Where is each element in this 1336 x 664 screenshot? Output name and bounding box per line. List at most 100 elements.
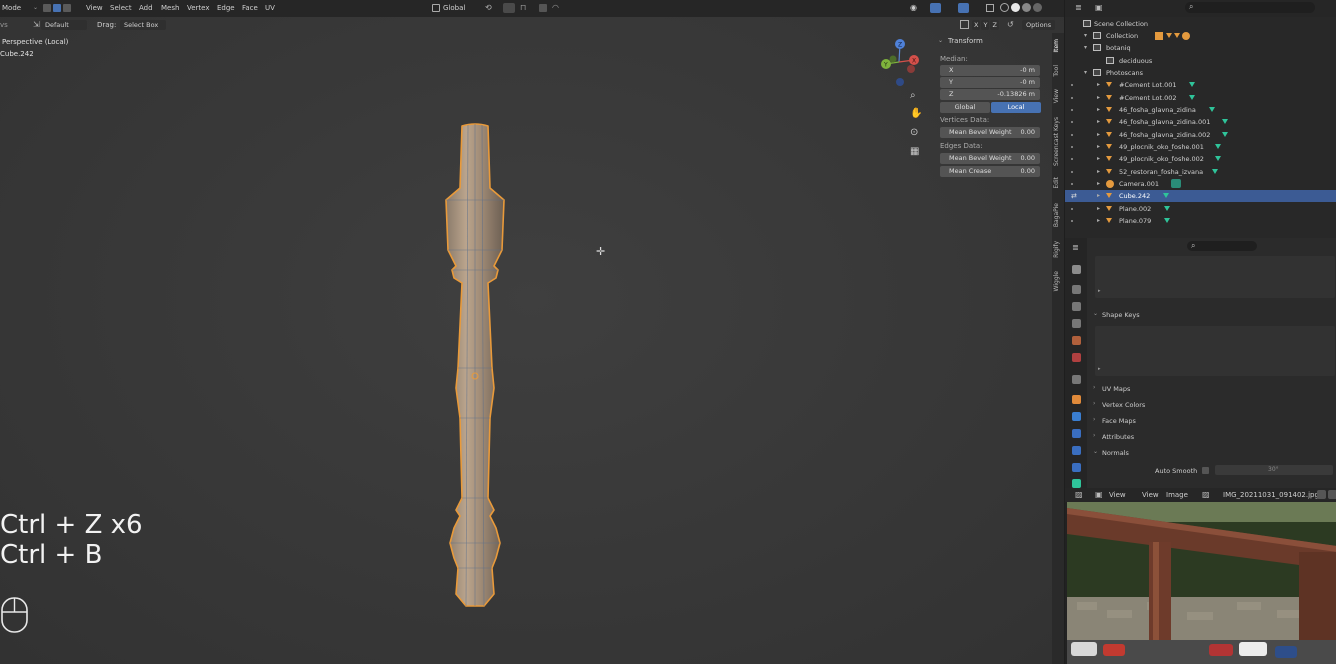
gizmo-neg-y-axis[interactable] bbox=[889, 55, 897, 63]
gizmo-neg-z-axis[interactable] bbox=[896, 78, 904, 86]
transform-collapse-icon[interactable]: ⌄ bbox=[938, 37, 943, 44]
mirror-z-toggle[interactable]: Z bbox=[990, 20, 999, 30]
global-button[interactable]: Global bbox=[940, 102, 990, 113]
reference-photo[interactable] bbox=[1067, 502, 1336, 664]
menu-uv[interactable]: UV bbox=[265, 4, 275, 12]
expand-chevron-icon[interactable]: ▸ bbox=[1097, 217, 1100, 224]
outliner-search-input[interactable] bbox=[1185, 2, 1315, 13]
menu-select[interactable]: Select bbox=[110, 4, 132, 12]
output-tab-icon[interactable] bbox=[1072, 302, 1081, 311]
fake-user-icon[interactable] bbox=[1317, 490, 1326, 499]
material-shading-icon[interactable] bbox=[1022, 3, 1031, 12]
collection-row[interactable]: ▾ Collection bbox=[1065, 30, 1336, 42]
expand-chevron-icon[interactable]: ▸ bbox=[1097, 81, 1100, 88]
visibility-dot-icon[interactable] bbox=[1071, 109, 1073, 111]
mode-dropdown[interactable]: Mode bbox=[2, 4, 21, 12]
edge-bevel-weight-field[interactable]: Mean Bevel Weight 0.00 bbox=[940, 153, 1040, 164]
median-z-field[interactable]: Z -0.13826 m bbox=[940, 89, 1040, 100]
expand-chevron-icon[interactable]: ▸ bbox=[1097, 168, 1100, 175]
outliner-item-row[interactable]: ▸ 46_fosha_glavna_zidina.002 bbox=[1065, 129, 1336, 141]
baluster-mesh[interactable] bbox=[420, 118, 530, 618]
options-dropdown[interactable]: Options bbox=[1022, 20, 1056, 30]
particles-tab-icon[interactable] bbox=[1072, 429, 1081, 438]
menu-face[interactable]: Face bbox=[242, 4, 258, 12]
median-y-field[interactable]: Y -0 m bbox=[940, 77, 1040, 88]
tab-screencast-keys[interactable]: Screencast Keys bbox=[1053, 117, 1063, 166]
visibility-dot-icon[interactable] bbox=[1071, 84, 1073, 86]
shape-keys-list[interactable]: ▸ bbox=[1095, 326, 1335, 376]
view-layer-tab-icon[interactable] bbox=[1072, 319, 1081, 328]
tab-bagapie[interactable]: BagaPie bbox=[1053, 203, 1063, 227]
xray-toggle-icon[interactable] bbox=[986, 4, 994, 12]
snap-toggle[interactable] bbox=[503, 3, 515, 13]
orientation-dropdown[interactable]: Global bbox=[443, 4, 465, 12]
deciduous-row[interactable]: deciduous bbox=[1065, 55, 1336, 67]
snap-icon[interactable]: ⊓ bbox=[520, 3, 526, 12]
vertex-select-icon[interactable] bbox=[43, 4, 51, 12]
visibility-dot-icon[interactable] bbox=[1071, 158, 1073, 160]
overlay-toggle-icon[interactable] bbox=[958, 3, 969, 13]
navigation-gizmo[interactable]: Z X Y bbox=[874, 36, 924, 90]
outliner-item-row[interactable]: ▸ 46_fosha_glavna_zidina bbox=[1065, 104, 1336, 116]
outliner-item-row[interactable]: ▸ #Cement Lot.002 bbox=[1065, 92, 1336, 104]
expand-chevron-icon[interactable]: ▾ bbox=[1084, 44, 1087, 51]
outliner-item-row[interactable]: ▸ Plane.079 bbox=[1065, 215, 1336, 227]
expand-chevron-icon[interactable]: ▸ bbox=[1097, 106, 1100, 113]
list-expand-icon[interactable]: ▸ bbox=[1098, 366, 1101, 372]
visibility-icon[interactable]: ◉ bbox=[910, 3, 917, 12]
face-select-icon[interactable] bbox=[63, 4, 71, 12]
edge-select-icon[interactable] bbox=[53, 4, 61, 12]
image-name-field[interactable]: IMG_20211031_091402.jpg bbox=[1223, 491, 1319, 499]
outliner-item-row[interactable]: ▸ 49_plocnik_oko_foshe.001 bbox=[1065, 141, 1336, 153]
view-menu[interactable]: View bbox=[1142, 491, 1159, 499]
vertex-colors-header[interactable]: › Vertex Colors bbox=[1091, 398, 1336, 412]
wireframe-shading-icon[interactable] bbox=[1000, 3, 1009, 12]
outliner-item-row[interactable]: ▸ Plane.002 bbox=[1065, 203, 1336, 215]
visibility-dot-icon[interactable] bbox=[1071, 220, 1073, 222]
pan-hand-icon[interactable]: ✋ bbox=[910, 108, 922, 119]
collection-tab-icon[interactable] bbox=[1072, 375, 1081, 384]
visibility-dot-icon[interactable] bbox=[1071, 134, 1073, 136]
menu-edge[interactable]: Edge bbox=[217, 4, 235, 12]
3d-viewport[interactable]: Mode ⌄ View Select Add Mesh Vertex Edge … bbox=[0, 0, 1064, 664]
tab-tool[interactable]: Tool bbox=[1053, 65, 1063, 77]
new-image-icon[interactable] bbox=[1328, 490, 1336, 499]
menu-view[interactable]: View bbox=[86, 4, 103, 12]
gizmo-neg-x-axis[interactable] bbox=[907, 65, 915, 73]
visibility-dot-icon[interactable] bbox=[1071, 146, 1073, 148]
menu-add[interactable]: Add bbox=[139, 4, 153, 12]
image-browse-icon[interactable]: ▨ bbox=[1202, 490, 1210, 499]
rendered-shading-icon[interactable] bbox=[1033, 3, 1042, 12]
outliner-item-row[interactable]: ▸ 52_restoran_fosha_izvana bbox=[1065, 166, 1336, 178]
expand-chevron-icon[interactable]: ▾ bbox=[1084, 32, 1087, 39]
tab-wiggle[interactable]: Wiggle bbox=[1053, 271, 1063, 291]
drag-dropdown[interactable]: Select Box bbox=[120, 20, 166, 30]
auto-merge-icon[interactable]: ↺ bbox=[1007, 20, 1014, 29]
tab-item[interactable]: Item bbox=[1053, 39, 1063, 53]
menu-mesh[interactable]: Mesh bbox=[161, 4, 179, 12]
display-mode-icon[interactable]: ▣ bbox=[1095, 3, 1103, 12]
gizmo-toggle-icon[interactable] bbox=[930, 3, 941, 13]
visibility-dot-icon[interactable] bbox=[1071, 183, 1073, 185]
visibility-dot-icon[interactable] bbox=[1071, 121, 1073, 123]
shape-keys-header[interactable]: ⌄ Shape Keys bbox=[1091, 308, 1336, 322]
vertex-groups-list[interactable]: ▸ bbox=[1095, 256, 1335, 298]
mirror-x-toggle[interactable]: X bbox=[972, 20, 981, 30]
editor-type-icon[interactable]: ≣ bbox=[1075, 3, 1082, 12]
visibility-dot-icon[interactable] bbox=[1071, 171, 1073, 173]
mode-icon[interactable]: ▣ bbox=[1095, 490, 1103, 499]
visibility-dot-icon[interactable] bbox=[1071, 97, 1073, 99]
outliner-item-row[interactable]: ▸ #Cement Lot.001 bbox=[1065, 79, 1336, 91]
proportional-edit-toggle[interactable] bbox=[539, 4, 547, 12]
mean-crease-field[interactable]: Mean Crease 0.00 bbox=[940, 166, 1040, 177]
auto-smooth-checkbox[interactable] bbox=[1202, 467, 1209, 474]
menu-vertex[interactable]: Vertex bbox=[187, 4, 210, 12]
outliner-item-row[interactable]: ▸ Camera.001 bbox=[1065, 178, 1336, 190]
scene-tab-icon[interactable] bbox=[1072, 336, 1081, 345]
modifier-tab-icon[interactable] bbox=[1072, 412, 1081, 421]
normals-header[interactable]: ⌄ Normals bbox=[1091, 446, 1336, 460]
expand-chevron-icon[interactable]: ▸ bbox=[1097, 94, 1100, 101]
expand-chevron-icon[interactable]: ▸ bbox=[1097, 192, 1100, 199]
physics-tab-icon[interactable] bbox=[1072, 446, 1081, 455]
photoscans-row[interactable]: ▾ Photoscans bbox=[1065, 67, 1336, 79]
